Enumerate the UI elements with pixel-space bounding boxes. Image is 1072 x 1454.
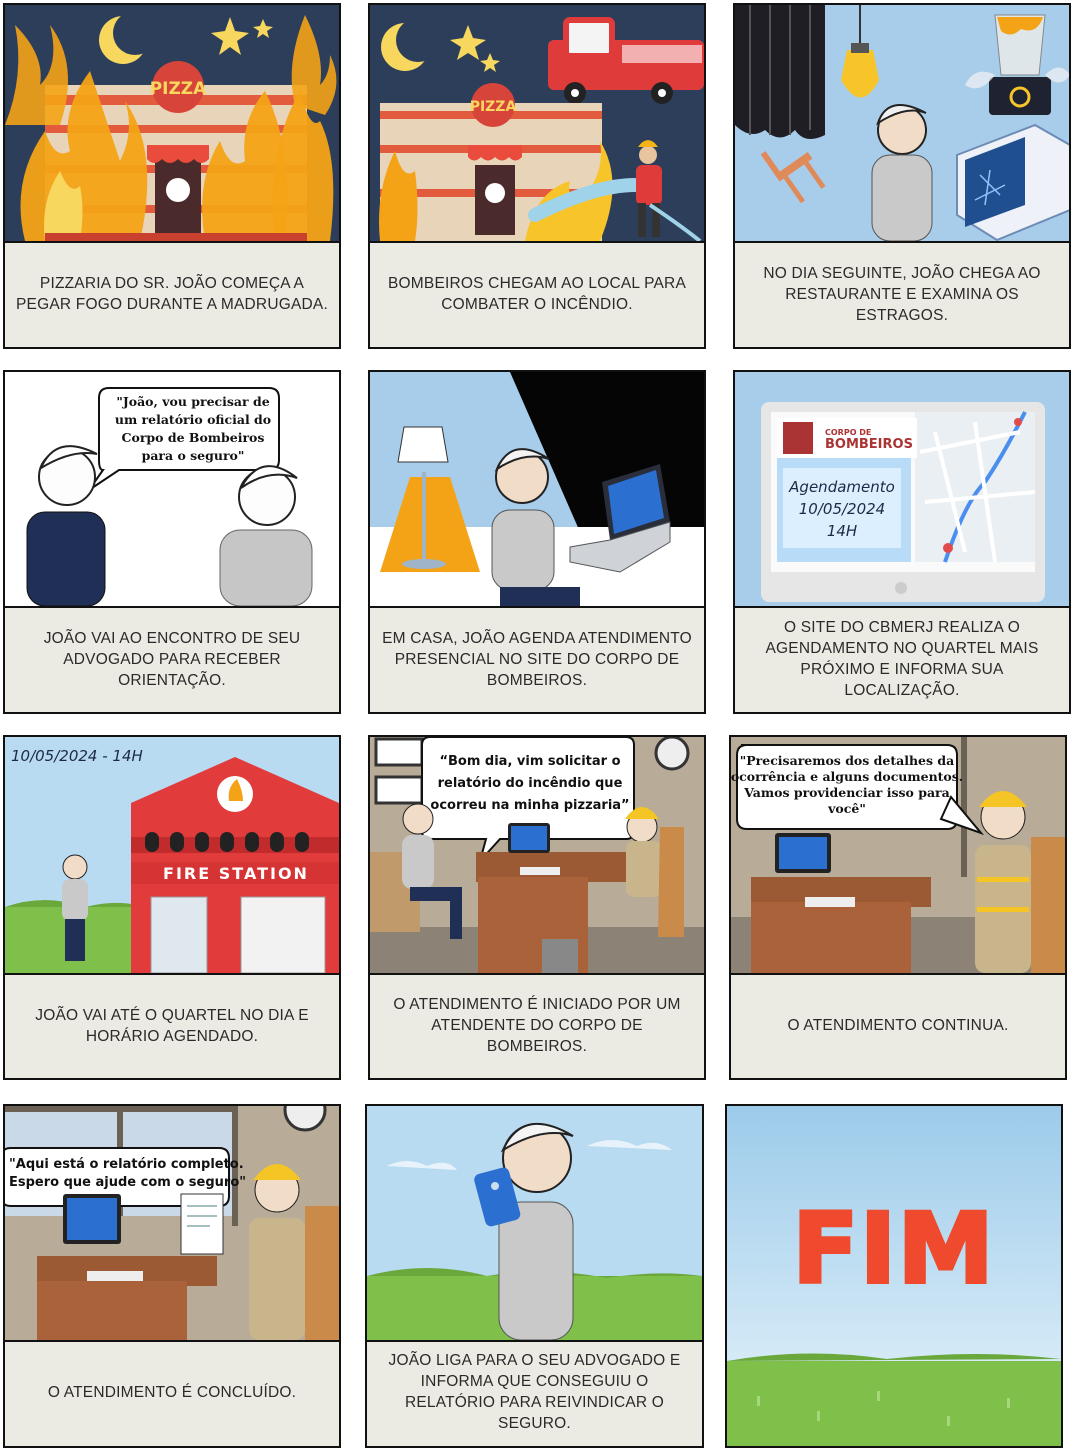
panel-2-caption: BOMBEIROS CHEGAM AO LOCAL PARA COMBATER … [388, 275, 686, 313]
panel-9-caption: O ATENDIMENTO CONTINUA. [787, 1017, 1009, 1034]
panel-7-illustration: 10/05/2024 - 14H FIRE STATION [5, 737, 339, 975]
svg-text:“Bom dia, vim solicitar o: “Bom dia, vim solicitar o [439, 754, 620, 769]
svg-text:"João, vou precisar de: "João, vou precisar de [116, 394, 269, 409]
panel-7: 10/05/2024 - 14H FIRE STATION JOÃO VAI A… [3, 735, 341, 1080]
site-brand: BOMBEIROS [825, 437, 913, 452]
pizza-sign-1: PIZZA [150, 79, 207, 99]
panel-10-illustration: "Aqui está o relatório completo. Espero … [5, 1106, 339, 1342]
panel-8-illustration: “Bom dia, vim solicitar o relatório do i… [370, 737, 704, 975]
panel-3-illustration [735, 5, 1069, 243]
svg-text:"Precisaremos dos detalhes da: "Precisaremos dos detalhes da [740, 753, 955, 768]
svg-text:ocorrência e alguns documentos: ocorrência e alguns documentos. [731, 769, 963, 784]
panel-4: "João, vou precisar de um relatório ofic… [3, 370, 341, 714]
panel-3: NO DIA SEGUINTE, JOÃO CHEGA AO RESTAURAN… [733, 3, 1071, 349]
svg-text:para o seguro": para o seguro" [142, 448, 245, 463]
panel-11-caption: JOÃO LIGA PARA O SEU ADVOGADO E INFORMA … [388, 1352, 681, 1432]
site-brand-small: CORPO DE [825, 428, 871, 437]
panel-6-illustration: CORPO DE BOMBEIROS Agendamento 10/05/202… [735, 372, 1069, 608]
fire-station-sign: FIRE STATION [163, 864, 309, 883]
svg-text:Agendamento: Agendamento [788, 478, 895, 496]
svg-text:10/05/2024: 10/05/2024 [799, 500, 885, 518]
panel-6-caption: O SITE DO CBMERJ REALIZA O AGENDAMENTO N… [765, 619, 1039, 699]
speech-bubble-8: “Bom dia, vim solicitar o relatório do i… [430, 754, 629, 813]
panel-11-illustration [367, 1106, 702, 1342]
panel-8-caption: O ATENDIMENTO É INICIADO POR UM ATENDENT… [393, 996, 681, 1055]
panel-5: EM CASA, JOÃO AGENDA ATENDIMENTO PRESENC… [368, 370, 706, 714]
svg-text:"Aqui está o relatório complet: "Aqui está o relatório completo. [9, 1157, 244, 1172]
panel-6: CORPO DE BOMBEIROS Agendamento 10/05/202… [733, 370, 1071, 714]
panel-11: JOÃO LIGA PARA O SEU ADVOGADO E INFORMA … [365, 1104, 704, 1448]
svg-text:14H: 14H [827, 522, 857, 540]
panel-9: "Precisaremos dos detalhes da ocorrência… [729, 735, 1067, 1080]
panel-4-illustration: "João, vou precisar de um relatório ofic… [5, 372, 339, 608]
panel-9-illustration: "Precisaremos dos detalhes da ocorrência… [731, 737, 1065, 975]
panel-1-caption: PIZZARIA DO SR. JOÃO COMEÇA A PEGAR FOGO… [16, 275, 328, 313]
panel-10-caption: O ATENDIMENTO É CONCLUÍDO. [47, 1383, 297, 1401]
panel-2-illustration: PIZZA [370, 5, 704, 243]
svg-text:ocorreu na minha pizzaria”: ocorreu na minha pizzaria” [430, 798, 629, 813]
panel-2: PIZZA BOMBEIROS CHEGAM AO LOCAL PARA COM… [368, 3, 706, 349]
panel-4-caption: JOÃO VAI AO ENCONTRO DE SEU ADVOGADO PAR… [43, 629, 301, 689]
panel-5-caption: EM CASA, JOÃO AGENDA ATENDIMENTO PRESENC… [382, 629, 692, 689]
panel-1: PIZZA PIZZARIA DO SR. JOÃO COMEÇA A PEGA… [3, 3, 341, 349]
svg-text:um relatório oficial do: um relatório oficial do [115, 412, 271, 427]
panel-1-illustration: PIZZA [5, 5, 339, 243]
panel-7-caption: JOÃO VAI ATÉ O QUARTEL NO DIA E HORÁRIO … [35, 1006, 309, 1045]
panel-12: FIM [725, 1104, 1063, 1448]
panel-5-illustration [370, 372, 704, 608]
svg-text:relatório do incêndio que: relatório do incêndio que [438, 776, 623, 791]
svg-text:Espero que ajude com o seguro": Espero que ajude com o seguro" [9, 1175, 246, 1190]
panel-8: “Bom dia, vim solicitar o relatório do i… [368, 735, 706, 1080]
date-label: 10/05/2024 - 14H [11, 747, 143, 765]
svg-text:Corpo de Bombeiros: Corpo de Bombeiros [122, 430, 265, 445]
panel-12-illustration: FIM [727, 1106, 1061, 1446]
svg-text:Vamos providenciar isso para: Vamos providenciar isso para [743, 785, 950, 800]
panel-3-caption: NO DIA SEGUINTE, JOÃO CHEGA AO RESTAURAN… [763, 264, 1041, 324]
pizza-sign-2: PIZZA [470, 99, 517, 115]
fim-title: FIM [793, 1193, 996, 1305]
panel-10: "Aqui está o relatório completo. Espero … [3, 1104, 341, 1448]
svg-text:você": você" [827, 801, 866, 816]
